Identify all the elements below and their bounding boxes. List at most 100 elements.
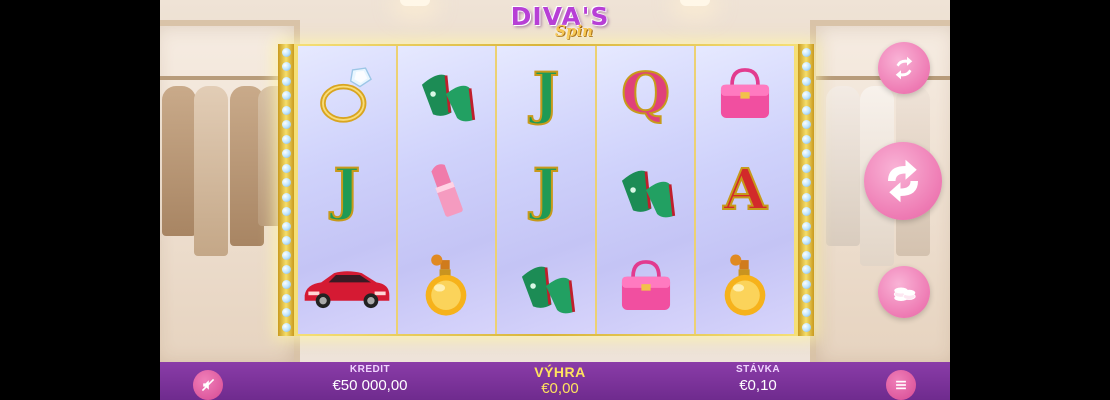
symbol-letter-a: A	[696, 142, 794, 238]
symbol-green-heels	[597, 142, 695, 238]
gem-decoration	[281, 221, 291, 231]
symbol-letter-q: Q	[597, 46, 695, 142]
pink-handbag-icon	[621, 260, 670, 311]
diamond-ring-icon	[319, 67, 372, 123]
gem-decoration	[801, 178, 811, 188]
letter-j-symbol: J	[333, 156, 361, 224]
left-gem-border	[278, 44, 294, 336]
reel-5: A	[696, 46, 794, 334]
letter-j-symbol: J	[532, 156, 560, 224]
bet-coins-button[interactable]	[878, 266, 930, 318]
bet-display: STÁVKA €0,10	[708, 364, 808, 394]
sports-car-icon	[304, 271, 390, 309]
game-stage: DIVA'S Spin J J J Q A	[160, 0, 950, 400]
gem-decoration	[281, 192, 291, 202]
gem-decoration	[801, 265, 811, 275]
gem-decoration	[281, 149, 291, 159]
gem-decoration	[281, 48, 291, 57]
gem-decoration	[281, 265, 291, 275]
reel-4: Q	[596, 46, 695, 334]
symbol-perfume-bottle	[398, 238, 496, 334]
right-gem-border	[798, 44, 814, 336]
gem-decoration	[281, 322, 291, 332]
gem-decoration	[281, 105, 291, 115]
gem-decoration	[801, 293, 811, 303]
symbol-pink-handbag	[597, 238, 695, 334]
symbol-letter-j: J	[497, 46, 595, 142]
gem-decoration	[801, 207, 811, 217]
gem-decoration	[801, 163, 811, 173]
gem-decoration	[801, 279, 811, 289]
gem-decoration	[801, 322, 811, 332]
bottom-info-bar: KREDIT €50 000,00 VÝHRA €0,00 STÁVKA €0,…	[160, 362, 950, 400]
gem-decoration	[281, 76, 291, 86]
coins-stack-icon	[893, 287, 916, 301]
symbol-letter-j: J	[298, 142, 396, 238]
gem-decoration	[281, 178, 291, 188]
gem-decoration	[281, 293, 291, 303]
sound-toggle-button[interactable]	[193, 370, 223, 400]
perfume-bottle-icon	[426, 254, 467, 316]
letter-q-symbol: Q	[620, 60, 671, 128]
green-heels-icon	[422, 74, 476, 122]
gem-decoration	[801, 120, 811, 130]
bet-value: €0,10	[739, 377, 777, 394]
gem-decoration	[281, 134, 291, 144]
spin-button[interactable]	[864, 142, 942, 220]
green-heels-icon	[521, 266, 576, 314]
reel-2	[397, 46, 496, 334]
autoplay-button[interactable]	[878, 42, 930, 94]
reel-frame: J J J Q A	[278, 44, 814, 336]
win-display: VÝHRA €0,00	[490, 364, 630, 397]
gem-decoration	[281, 120, 291, 130]
gem-decoration	[281, 207, 291, 217]
gem-decoration	[801, 149, 811, 159]
credit-display: KREDIT €50 000,00	[290, 364, 450, 394]
credit-label: KREDIT	[349, 364, 391, 375]
gem-decoration	[801, 91, 811, 101]
gem-decoration	[801, 192, 811, 202]
reel-1: J	[298, 46, 396, 334]
symbol-letter-j: J	[497, 142, 595, 238]
gem-decoration	[801, 236, 811, 246]
symbol-perfume-bottle	[696, 238, 794, 334]
gem-decoration	[801, 62, 811, 72]
reels-grid: J J J Q A	[298, 46, 794, 334]
lipstick-icon	[431, 164, 464, 217]
gem-decoration	[281, 250, 291, 260]
pink-handbag-icon	[721, 68, 770, 119]
win-label: VÝHRA	[534, 364, 586, 380]
win-value: €0,00	[541, 380, 579, 397]
green-heels-icon	[621, 170, 675, 218]
gem-decoration	[801, 105, 811, 115]
symbol-green-heels	[398, 46, 496, 142]
gem-decoration	[281, 308, 291, 318]
spin-arrows-icon	[888, 159, 918, 203]
symbol-pink-lipstick	[398, 142, 496, 238]
symbol-diamond-ring	[298, 46, 396, 142]
reel-3: J J	[497, 46, 595, 334]
symbol-red-sports-car	[298, 238, 396, 334]
gem-decoration	[801, 48, 811, 57]
gem-decoration	[281, 62, 291, 72]
gem-decoration	[281, 163, 291, 173]
gem-decoration	[281, 91, 291, 101]
perfume-bottle-icon	[724, 254, 766, 316]
letter-j-symbol: J	[532, 60, 560, 128]
symbol-pink-handbag	[696, 46, 794, 142]
gem-decoration	[801, 308, 811, 318]
gem-decoration	[801, 134, 811, 144]
autoplay-arrows-icon	[895, 56, 913, 80]
symbol-green-heels	[497, 238, 595, 334]
gem-decoration	[281, 236, 291, 246]
letter-a-symbol: A	[722, 156, 767, 224]
bet-label: STÁVKA	[735, 364, 781, 375]
sound-off-icon	[201, 378, 215, 392]
credit-value: €50 000,00	[332, 377, 408, 394]
menu-button[interactable]	[886, 370, 916, 400]
hamburger-menu-icon	[896, 380, 906, 390]
gem-decoration	[281, 279, 291, 289]
gem-decoration	[801, 76, 811, 86]
gem-decoration	[801, 250, 811, 260]
gem-decoration	[801, 221, 811, 231]
